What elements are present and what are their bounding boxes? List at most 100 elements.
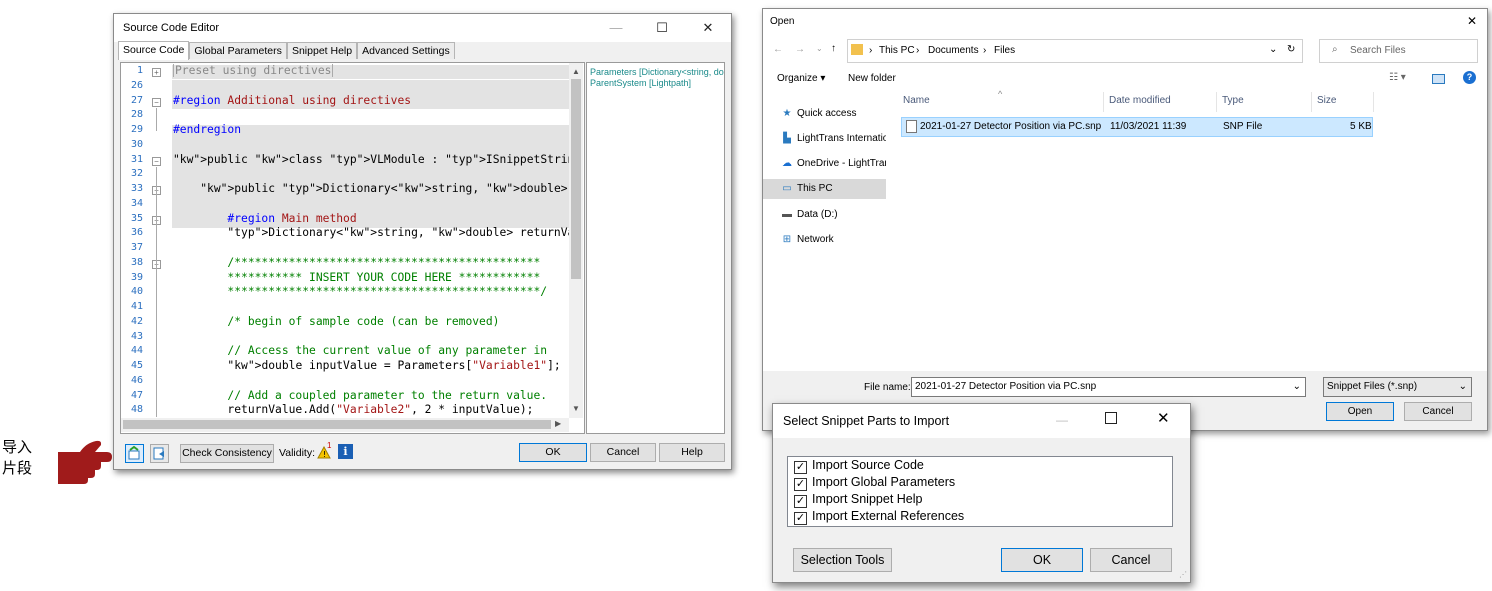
import-source-code-checkbox[interactable]: ✓ Import Source Code (794, 458, 924, 474)
code-line[interactable]: // Add a coupled parameter to the return… (173, 389, 573, 402)
breadcrumb-this-pc[interactable]: This PC (879, 45, 915, 56)
scroll-down-icon[interactable]: ▼ (572, 404, 580, 413)
column-header-size[interactable]: Size (1317, 95, 1336, 106)
ok-button[interactable]: OK (519, 443, 587, 462)
import-global-parameters-checkbox[interactable]: ✓ Import Global Parameters (794, 475, 955, 491)
refresh-icon[interactable]: ↻ (1287, 44, 1295, 55)
back-icon[interactable]: ← (773, 44, 783, 55)
code-line[interactable]: returnValue.Add("Variable2", 2 * inputVa… (173, 403, 573, 416)
minimize-button[interactable]: — (1056, 413, 1068, 427)
forward-icon[interactable]: → (795, 44, 805, 55)
cancel-button[interactable]: Cancel (1404, 402, 1472, 421)
maximize-button[interactable] (1105, 412, 1117, 424)
file-row[interactable]: 2021-01-27 Detector Position via PC.snp … (901, 117, 1373, 137)
close-button[interactable]: ✕ (1467, 14, 1477, 28)
code-line[interactable]: "kw">double inputValue = Parameters["Var… (173, 359, 573, 372)
code-line[interactable]: #region Additional using directives (173, 94, 573, 107)
line-number: 40 (130, 286, 143, 298)
search-icon: ⌕ (1332, 44, 1338, 55)
sidebar-item-label: LightTrans International (797, 133, 886, 144)
tab-snippet-help[interactable]: Snippet Help (286, 42, 358, 59)
file-type-filter[interactable]: Snippet Files (*.snp) ⌄ (1323, 377, 1472, 397)
import-snippet-button[interactable] (125, 444, 144, 463)
sidebar-item-network[interactable]: ⊞ Network (763, 230, 886, 250)
close-button[interactable]: ✕ (1157, 409, 1170, 427)
code-line[interactable]: ****************************************… (173, 285, 573, 298)
up-icon[interactable]: ↑ (831, 43, 836, 54)
cancel-button[interactable]: Cancel (1090, 548, 1172, 572)
horizontal-scrollbar[interactable]: ▶ (121, 418, 569, 432)
breadcrumb-files[interactable]: Files (994, 45, 1015, 56)
collapse-icon[interactable]: − (152, 157, 161, 166)
chevron-down-icon[interactable]: ⌄ (1293, 378, 1301, 396)
recent-locations-icon[interactable]: ⌄ (816, 44, 823, 53)
code-line[interactable]: "typ">Dictionary<"kw">string, "kw">doubl… (173, 226, 573, 239)
ok-button[interactable]: OK (1001, 548, 1083, 572)
code-line[interactable]: #region Main method (173, 212, 573, 225)
column-divider (1311, 92, 1312, 112)
collapse-icon[interactable]: − (152, 98, 161, 107)
help-button[interactable]: Help (659, 443, 725, 462)
parameters-list[interactable]: Parameters [Dictionary<string, do Parent… (586, 62, 725, 434)
selection-tools-button[interactable]: Selection Tools (793, 548, 892, 572)
file-name-input[interactable]: 2021-01-27 Detector Position via PC.snp … (911, 377, 1306, 397)
sidebar-item-data-drive[interactable]: ▬ Data (D:) (763, 205, 886, 225)
horizontal-scroll-thumb[interactable] (123, 420, 551, 429)
code-line[interactable]: "kw">public "typ">Dictionary<"kw">string… (173, 182, 573, 195)
parameter-item[interactable]: ParentSystem [Lightpath] (590, 78, 691, 88)
column-header-date-modified[interactable]: Date modified (1109, 95, 1171, 106)
vertical-scrollbar[interactable]: ▲ ▼ (569, 63, 583, 418)
breadcrumb-separator: › (869, 45, 873, 56)
vertical-scroll-thumb[interactable] (571, 79, 581, 279)
code-line[interactable]: /* begin of sample code (can be removed) (173, 315, 573, 328)
sidebar-item-label: OneDrive - LightTrans (797, 158, 886, 169)
import-snippet-help-checkbox[interactable]: ✓ Import Snippet Help (794, 492, 922, 508)
expand-icon[interactable]: + (152, 68, 161, 77)
info-icon[interactable]: i (338, 444, 353, 459)
new-folder-button[interactable]: New folder (848, 73, 896, 84)
view-options-icon[interactable]: ☷ ▾ (1389, 72, 1406, 83)
annotation-line-1: 导入 (2, 438, 33, 456)
export-snippet-button[interactable] (150, 444, 169, 463)
code-line[interactable]: "kw">public "kw">class "typ">VLModule : … (173, 153, 573, 166)
code-line[interactable]: /***************************************… (173, 256, 573, 269)
column-header-type[interactable]: Type (1222, 95, 1244, 106)
chevron-down-icon[interactable]: ⌄ (1459, 378, 1467, 396)
preview-pane-icon[interactable] (1432, 74, 1445, 84)
code-line[interactable]: // Access the current value of any param… (173, 344, 573, 357)
import-external-references-checkbox[interactable]: ✓ Import External References (794, 509, 964, 525)
tab-advanced-settings[interactable]: Advanced Settings (357, 42, 455, 59)
editor-titlebar: Source Code Editor — ☐ ✕ (114, 14, 731, 42)
address-bar[interactable]: › This PC › Documents › Files ⌄ ↻ (847, 39, 1303, 63)
chevron-down-icon[interactable]: ⌄ (1269, 44, 1277, 55)
resize-grip-icon[interactable]: ⋰ (1179, 570, 1187, 579)
scroll-up-icon[interactable]: ▲ (572, 67, 580, 76)
tab-global-parameters[interactable]: Global Parameters (189, 42, 287, 59)
code-line[interactable]: *********** INSERT YOUR CODE HERE ******… (173, 271, 573, 284)
sidebar-item-lighttrans[interactable]: ▙ LightTrans International (763, 129, 886, 149)
sidebar-item-this-pc[interactable]: ▭ This PC (763, 179, 886, 199)
monitor-icon: ▭ (782, 183, 792, 194)
search-input[interactable]: ⌕ Search Files (1319, 39, 1478, 63)
organize-menu[interactable]: Organize ▾ (777, 73, 825, 84)
line-number: 47 (130, 389, 143, 401)
scroll-right-icon[interactable]: ▶ (555, 419, 561, 428)
checkbox-label: Import Snippet Help (812, 492, 923, 506)
code-line[interactable]: Preset using directives (173, 64, 573, 77)
code-editor[interactable]: 1 Preset using directives 26 27 #region Addi… (120, 62, 585, 434)
maximize-button[interactable]: ☐ (639, 14, 685, 42)
sidebar-item-onedrive[interactable]: ☁ OneDrive - LightTrans (763, 154, 886, 174)
cancel-button[interactable]: Cancel (590, 443, 656, 462)
check-consistency-button[interactable]: Check Consistency (180, 444, 274, 463)
sidebar-item-quick-access[interactable]: ★ Quick access (763, 104, 886, 124)
help-icon[interactable]: ? (1463, 71, 1476, 84)
parameter-item[interactable]: Parameters [Dictionary<string, do (590, 67, 724, 77)
code-line[interactable]: #endregion (173, 123, 573, 136)
tab-source-code[interactable]: Source Code (118, 41, 190, 60)
column-header-name[interactable]: Name (903, 95, 930, 106)
close-button[interactable]: ✕ (685, 14, 731, 42)
minimize-button[interactable]: — (593, 14, 639, 42)
open-button[interactable]: Open (1326, 402, 1394, 421)
breadcrumb-documents[interactable]: Documents (928, 45, 979, 56)
import-icon (128, 445, 140, 460)
